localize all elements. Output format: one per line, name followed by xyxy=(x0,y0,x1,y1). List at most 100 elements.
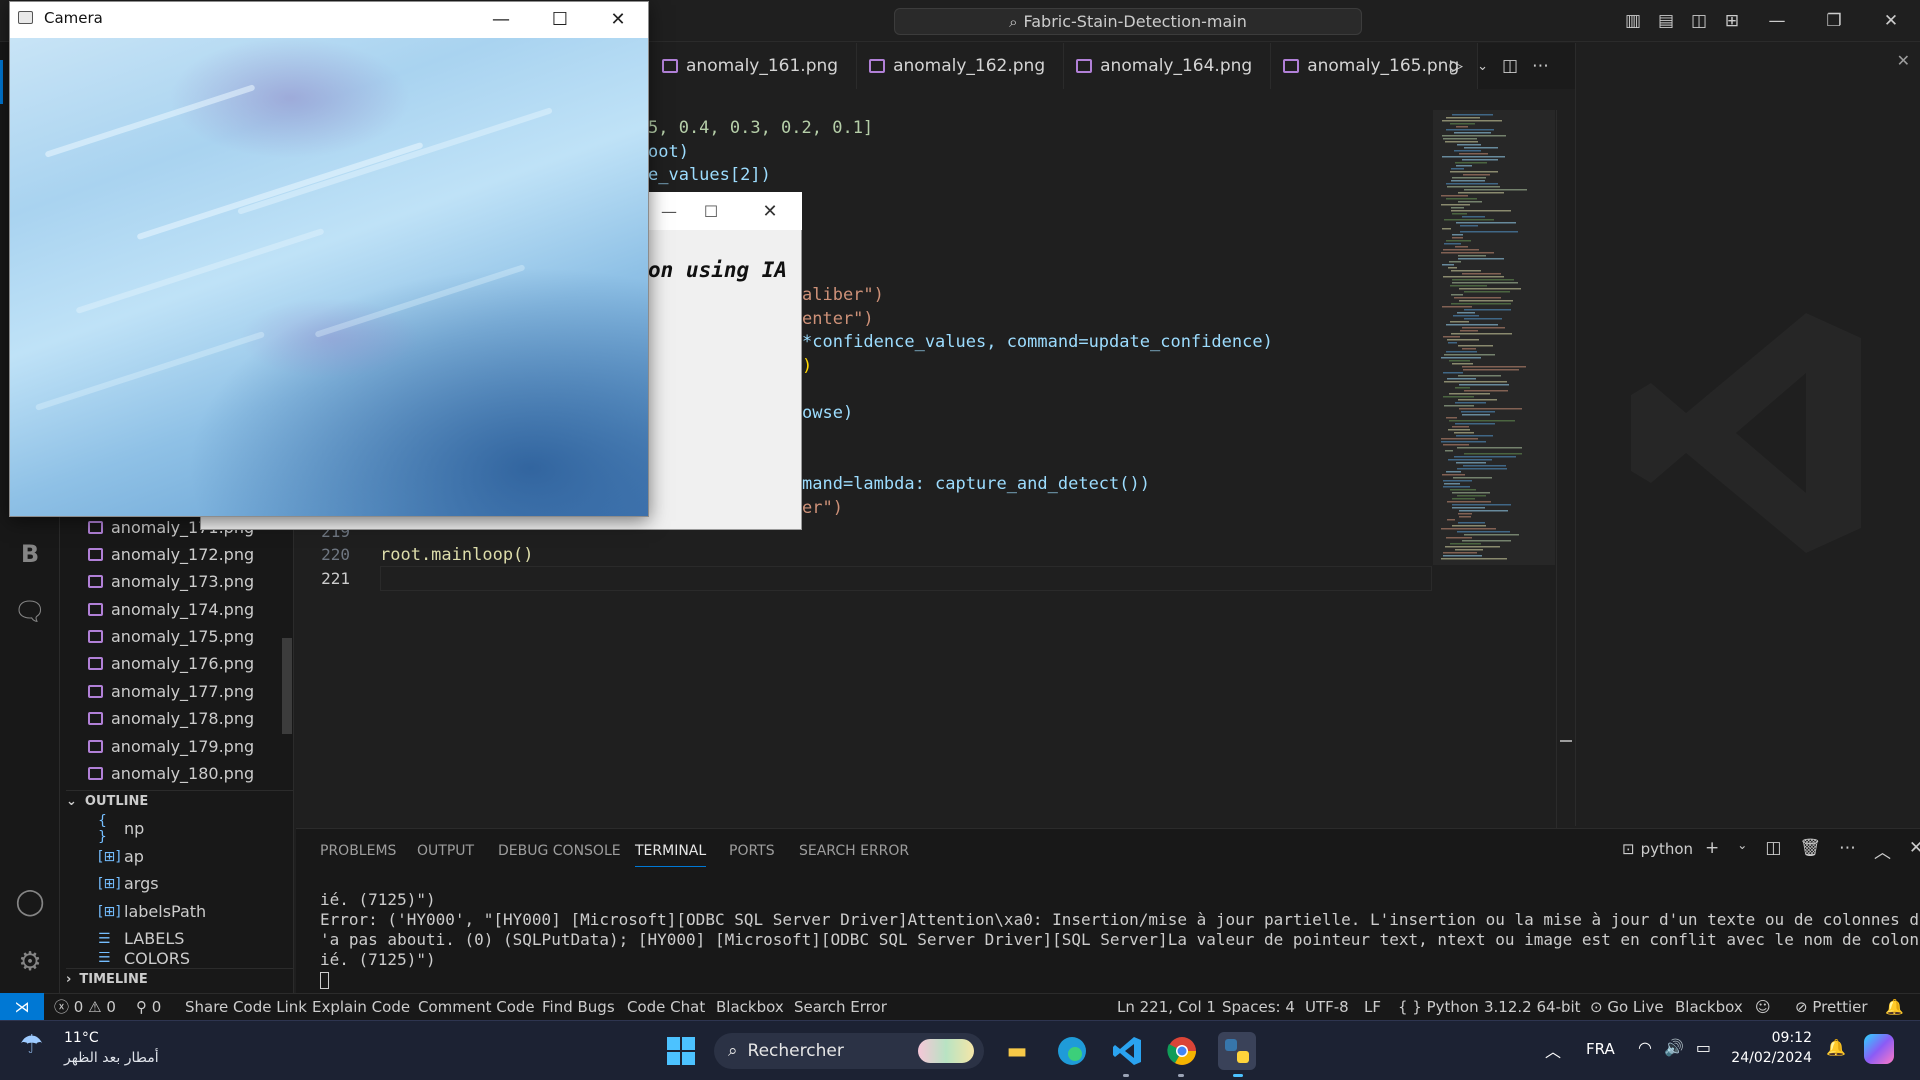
status-find-bugs[interactable]: Find Bugs xyxy=(542,996,615,1018)
editor-tab[interactable]: anomaly_165.png xyxy=(1271,43,1479,89)
edge-browser-icon[interactable] xyxy=(1053,1032,1091,1070)
outline-item[interactable]: ☰ LABELS xyxy=(98,925,184,952)
minimize-icon[interactable]: — xyxy=(472,2,530,36)
close-icon[interactable]: ✕ xyxy=(1880,10,1902,32)
status-cursor-position[interactable]: Ln 221, Col 1 xyxy=(1117,996,1216,1018)
minimap-line xyxy=(1445,450,1453,452)
file-item[interactable]: anomaly_175.png xyxy=(88,623,254,650)
file-item[interactable]: anomaly_172.png xyxy=(88,541,254,568)
notification-bell-icon[interactable]: 🔔 xyxy=(1826,1038,1846,1057)
copilot-icon[interactable]: ☺ xyxy=(1755,996,1771,1018)
close-icon[interactable]: ✕ xyxy=(741,192,799,230)
file-item[interactable]: anomaly_174.png xyxy=(88,596,254,623)
outline-item[interactable]: { } np xyxy=(98,813,144,845)
language-indicator[interactable]: FRA xyxy=(1586,1040,1615,1058)
split-editor-icon[interactable]: ◫ xyxy=(1502,56,1518,76)
editor-tab[interactable]: anomaly_162.png xyxy=(857,43,1065,89)
outline-item[interactable]: [⊞] ap xyxy=(98,843,144,870)
timeline-section-header[interactable]: › TIMELINE xyxy=(66,968,294,990)
status-comment-code[interactable]: Comment Code xyxy=(418,996,535,1018)
clock-date[interactable]: 24/02/2024 xyxy=(1726,1050,1812,1066)
sidebar-scrollbar[interactable] xyxy=(282,638,292,734)
ports-status[interactable]: ⚲ 0 xyxy=(136,996,161,1018)
status-code-chat[interactable]: Code Chat xyxy=(627,996,705,1018)
panel-tab-search-error[interactable]: SEARCH ERROR xyxy=(799,843,909,867)
customize-layout-icon[interactable]: ⊞ xyxy=(1721,10,1743,32)
outline-item[interactable]: [⊞] args xyxy=(98,870,159,897)
chevron-down-icon[interactable]: ⌄ xyxy=(1477,59,1488,74)
vscode-taskbar-icon[interactable] xyxy=(1108,1032,1146,1070)
panel-tab-problems[interactable]: PROBLEMS xyxy=(320,843,396,867)
status-prettier[interactable]: ⊘ Prettier xyxy=(1795,996,1868,1018)
close-panel-icon[interactable]: ✕ xyxy=(1909,838,1920,863)
status-encoding[interactable]: UTF-8 xyxy=(1305,996,1349,1018)
show-hidden-icons-icon[interactable]: ︿ xyxy=(1545,1038,1561,1062)
status-explain-code[interactable]: Explain Code xyxy=(312,996,410,1018)
status-language[interactable]: { } Python xyxy=(1398,996,1479,1018)
outline-item[interactable]: [⊞] labelsPath xyxy=(98,898,206,925)
toggle-panel-icon[interactable]: ▤ xyxy=(1655,10,1677,32)
close-icon[interactable]: ✕ xyxy=(589,2,647,36)
copilot-taskbar-icon[interactable] xyxy=(1864,1034,1894,1064)
editor-scrollbar[interactable] xyxy=(1556,110,1572,828)
editor-tab[interactable]: anomaly_164.png xyxy=(1064,43,1272,89)
restore-icon[interactable]: ❐ xyxy=(1823,10,1845,32)
chat-icon[interactable]: 🗨 xyxy=(12,594,48,630)
panel-tab-output[interactable]: OUTPUT xyxy=(417,843,474,867)
file-item[interactable]: anomaly_177.png xyxy=(88,678,254,705)
status-interpreter[interactable]: 3.12.2 64-bit xyxy=(1484,996,1581,1018)
add-terminal-icon[interactable]: + xyxy=(1705,838,1719,863)
status-share-code-link[interactable]: Share Code Link xyxy=(185,996,307,1018)
settings-gear-icon[interactable]: ⚙ xyxy=(12,944,48,980)
file-item[interactable]: anomaly_180.png xyxy=(88,760,254,787)
status-blackbox[interactable]: Blackbox xyxy=(716,996,784,1018)
python-app-icon[interactable] xyxy=(1218,1032,1256,1070)
file-item[interactable]: anomaly_176.png xyxy=(88,650,254,677)
trash-icon[interactable]: 🗑 xyxy=(1799,838,1821,863)
notifications-bell-icon[interactable]: 🔔 xyxy=(1885,996,1904,1018)
minimize-icon[interactable]: — xyxy=(1766,10,1788,32)
maximize-panel-icon[interactable]: ︿ xyxy=(1874,838,1891,863)
taskbar-search-box[interactable]: ⌕ Rechercher xyxy=(714,1033,984,1069)
minimap[interactable] xyxy=(1433,110,1555,830)
file-explorer-icon[interactable]: ▬ xyxy=(998,1032,1036,1070)
account-icon[interactable]: ◯ xyxy=(12,884,48,920)
toggle-primary-sidebar-icon[interactable]: ▥ xyxy=(1622,10,1644,32)
editor-tab[interactable]: anomaly_161.png xyxy=(650,43,858,89)
chrome-icon[interactable] xyxy=(1163,1032,1201,1070)
outline-item[interactable]: ☰ COLORS xyxy=(98,952,190,964)
panel-tab-debug-console[interactable]: DEBUG CONSOLE xyxy=(498,843,621,867)
status-indentation[interactable]: Spaces: 4 xyxy=(1222,996,1295,1018)
command-center-search[interactable]: ⌕ Fabric-Stain-Detection-main xyxy=(894,8,1362,35)
weather-temperature[interactable]: 11°C xyxy=(64,1030,99,1046)
status-blackbox-right[interactable]: Blackbox xyxy=(1675,996,1743,1018)
problems-status[interactable]: ⓧ 0 ⚠ 0 xyxy=(54,996,116,1018)
weather-icon[interactable]: ☂ xyxy=(20,1030,43,1060)
run-icon[interactable]: ▷ xyxy=(1450,56,1463,76)
minimap-line xyxy=(1445,546,1500,548)
remote-indicator-icon[interactable]: ⋊ xyxy=(0,993,44,1020)
toggle-secondary-sidebar-icon[interactable]: ◫ xyxy=(1688,10,1710,32)
panel-tab-terminal[interactable]: TERMINAL xyxy=(635,843,707,867)
more-actions-icon[interactable]: ⋯ xyxy=(1532,56,1549,76)
outline-section-header[interactable]: ⌄ OUTLINE xyxy=(66,790,294,812)
clock-time[interactable]: 09:12 xyxy=(1742,1030,1812,1046)
terminal-shell-selector[interactable]: ⊡ python xyxy=(1622,840,1693,858)
chevron-down-icon[interactable]: ⌄ xyxy=(1737,838,1747,863)
close-icon[interactable]: ✕ xyxy=(1897,51,1910,70)
panel-actions: + ⌄ ◫ 🗑 ⋯ ︿ ✕ xyxy=(1705,838,1920,863)
status-go-live[interactable]: ⊙ Go Live xyxy=(1590,996,1664,1018)
maximize-icon[interactable]: ☐ xyxy=(531,2,589,36)
status-eol[interactable]: LF xyxy=(1364,996,1381,1018)
file-item[interactable]: anomaly_178.png xyxy=(88,705,254,732)
status-search-error[interactable]: Search Error xyxy=(794,996,887,1018)
system-tray[interactable]: ◠ 🔊 ▭ xyxy=(1638,1038,1711,1057)
panel-tab-ports[interactable]: PORTS xyxy=(729,843,775,867)
blackbox-icon[interactable]: B xyxy=(12,536,48,572)
split-terminal-icon[interactable]: ◫ xyxy=(1765,838,1781,863)
file-item[interactable]: anomaly_179.png xyxy=(88,733,254,760)
windows-start-icon[interactable] xyxy=(662,1032,700,1070)
more-actions-icon[interactable]: ⋯ xyxy=(1839,838,1856,863)
file-item[interactable]: anomaly_173.png xyxy=(88,568,254,595)
maximize-icon[interactable]: ☐ xyxy=(682,192,740,230)
